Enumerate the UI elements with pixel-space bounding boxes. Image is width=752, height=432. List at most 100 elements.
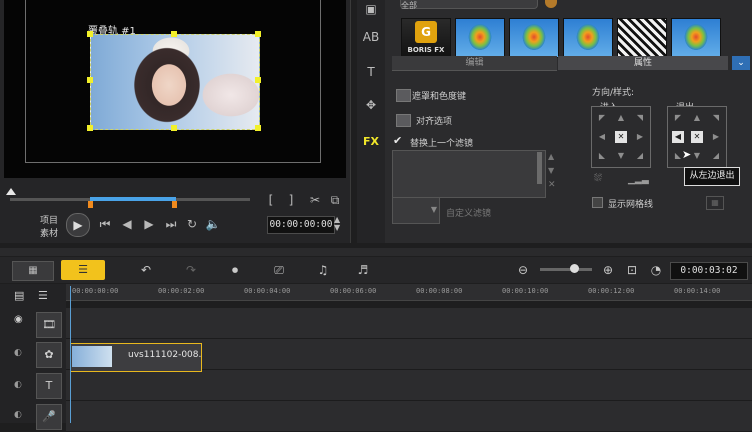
transition-icon[interactable]: AB (362, 28, 380, 46)
arrow-up-right-icon[interactable]: ◥ (710, 112, 722, 124)
timeline-playhead[interactable] (70, 286, 71, 423)
voice-track[interactable] (66, 401, 752, 432)
arrow-up-right-icon[interactable]: ◥ (634, 112, 646, 124)
replace-last-filter-label[interactable]: 替换上一个滤镜 (410, 136, 473, 149)
fx-filter-icon[interactable]: FX (362, 133, 380, 151)
resize-handle[interactable] (87, 77, 93, 83)
enlarge-icon[interactable]: ⧉ (326, 191, 344, 209)
grid-settings-icon[interactable]: ▦ (706, 196, 724, 210)
arrow-down-icon[interactable]: ▼ (691, 150, 703, 162)
go-to-end-icon[interactable]: ⏭ (162, 215, 180, 233)
record-capture-icon[interactable]: ⏺ (224, 261, 246, 279)
checkbox-checked-icon[interactable]: ✔ (393, 135, 404, 146)
ripple-edit-icon[interactable]: ☰ (38, 289, 48, 302)
title-icon[interactable]: T (362, 63, 380, 81)
arrow-down-right-icon[interactable]: ◢ (710, 150, 722, 162)
mark-in-icon[interactable]: [ (262, 191, 280, 209)
overlay-clip-image[interactable] (90, 34, 260, 130)
auto-music-icon[interactable]: ♬ (352, 261, 374, 279)
video-track-toggle-icon[interactable]: ◉ (14, 314, 23, 325)
mask-chroma-option[interactable]: 遮罩和色度键 (412, 89, 466, 102)
overlay-track-toggle-icon[interactable]: ◐ (14, 348, 22, 358)
effect-thumb-boris-fx[interactable]: G BORIS FX (401, 18, 451, 58)
timeline-view-icon[interactable]: ☰ (61, 260, 105, 280)
zoom-slider[interactable] (540, 268, 592, 271)
show-grid-checkbox[interactable] (592, 197, 603, 208)
arrow-down-left-icon[interactable]: ◣ (596, 150, 608, 162)
graphics-icon[interactable]: ✥ (362, 96, 380, 114)
media-icon[interactable]: ▣ (362, 0, 380, 18)
title-track-toggle-icon[interactable]: ◐ (14, 380, 22, 390)
redo-icon[interactable]: ↷ (180, 261, 202, 279)
preset-dropdown[interactable]: ▼ (392, 197, 440, 224)
zoom-slider-knob[interactable] (570, 264, 579, 273)
resize-handle[interactable] (255, 125, 261, 131)
show-grid-label[interactable]: 显示网格线 (608, 197, 653, 210)
title-track[interactable] (66, 370, 752, 401)
fade-center-icon[interactable]: ✕ (615, 131, 627, 143)
mode-clip-label[interactable]: 素材 (40, 226, 58, 239)
trim-out-marker[interactable] (172, 201, 177, 208)
volume-icon[interactable]: 🔈 (204, 215, 222, 233)
mark-out-icon[interactable]: ] (282, 191, 300, 209)
go-to-start-icon[interactable]: ⏮ (96, 215, 114, 233)
voice-track-toggle-icon[interactable]: ◐ (14, 410, 22, 420)
collapse-panel-icon[interactable]: ⌄ (732, 56, 750, 70)
category-select[interactable]: 全部 (400, 0, 538, 10)
video-track[interactable] (66, 308, 752, 339)
mode-project-label[interactable]: 项目 (40, 213, 58, 226)
effect-thumb-balloon[interactable] (671, 18, 721, 58)
effect-thumb-silhouette[interactable] (617, 18, 667, 58)
play-button[interactable]: ▶ (66, 213, 90, 237)
resize-handle[interactable] (87, 125, 93, 131)
arrow-down-right-icon[interactable]: ◢ (634, 150, 646, 162)
arrow-left-icon[interactable]: ◀ (672, 131, 684, 143)
delete-filter-icon[interactable]: ✕ (548, 180, 556, 190)
timecode-display[interactable]: 00:00:00:00 (267, 216, 335, 234)
align-options-option[interactable]: 对齐选项 (416, 114, 452, 127)
fade-center-icon[interactable]: ✕ (691, 131, 703, 143)
zoom-out-icon[interactable]: ⊖ (512, 261, 534, 279)
zoom-in-icon[interactable]: ⊕ (597, 261, 619, 279)
arrow-left-icon[interactable]: ◀ (596, 131, 608, 143)
fade-icon[interactable]: ⛆ (594, 173, 602, 184)
repeat-icon[interactable]: ↻ (183, 215, 201, 233)
title-track-icon[interactable]: T (36, 373, 62, 399)
resize-handle[interactable] (171, 31, 177, 37)
move-up-icon[interactable]: ▲ (548, 152, 554, 161)
next-frame-icon[interactable]: ▶ (140, 215, 158, 233)
overlay-track-icon[interactable]: ✿ (36, 342, 62, 368)
filter-list-scrollbar[interactable] (537, 152, 542, 184)
arrow-down-icon[interactable]: ▼ (615, 150, 627, 162)
arrow-right-icon[interactable]: ▶ (710, 131, 722, 143)
resize-handle[interactable] (255, 31, 261, 37)
timecode-spinner-icon[interactable]: ▲ ▼ (334, 216, 342, 232)
track-manager-icon[interactable]: ▤ (14, 289, 24, 302)
scrubber-handle[interactable] (6, 188, 16, 195)
arrow-up-left-icon[interactable]: ◤ (596, 112, 608, 124)
arrow-up-icon[interactable]: ▲ (691, 112, 703, 124)
signal-bars-icon[interactable]: ▁▂▃ (628, 175, 649, 185)
clock-icon[interactable]: ◔ (645, 261, 667, 279)
trim-in-marker[interactable] (88, 201, 93, 208)
voice-track-icon[interactable]: 🎤 (36, 404, 62, 430)
arrow-up-icon[interactable]: ▲ (615, 112, 627, 124)
previous-frame-icon[interactable]: ◀ (118, 215, 136, 233)
undo-icon[interactable]: ↶ (135, 261, 157, 279)
arrow-up-left-icon[interactable]: ◤ (672, 112, 684, 124)
move-down-icon[interactable]: ▼ (548, 166, 554, 175)
trim-range[interactable] (90, 197, 176, 201)
fit-project-icon[interactable]: ⊡ (621, 261, 643, 279)
screen-capture-icon[interactable]: ⎚ (268, 261, 290, 279)
arrow-right-icon[interactable]: ▶ (634, 131, 646, 143)
tab-attributes[interactable]: 属性 (558, 56, 728, 70)
applied-filter-list[interactable] (392, 150, 546, 198)
video-track-icon[interactable]: 🎞 (36, 312, 62, 338)
resize-handle[interactable] (255, 77, 261, 83)
tab-edit[interactable]: 编辑 (392, 56, 557, 71)
effect-thumb-balloon[interactable] (563, 18, 613, 58)
effect-thumb-balloon[interactable] (455, 18, 505, 58)
custom-filter-button[interactable]: 自定义滤镜 (446, 206, 491, 219)
effect-thumb-balloon[interactable] (509, 18, 559, 58)
cut-icon[interactable]: ✂ (306, 191, 324, 209)
